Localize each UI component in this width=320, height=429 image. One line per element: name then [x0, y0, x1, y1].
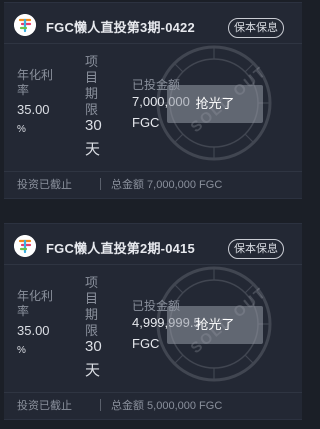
term-label: 项目期限: [85, 275, 99, 338]
term-unit: 天: [85, 362, 101, 379]
rate-value: 35.00: [17, 102, 50, 117]
invested-unit: FGC: [132, 115, 160, 130]
fgc-logo-icon: [14, 235, 36, 257]
total-amount: 总金额 5,000,000 FGC: [111, 400, 223, 412]
card-gap: [0, 207, 306, 219]
rate-value: 35.00: [17, 323, 50, 338]
invested-unit: FGC: [132, 336, 160, 351]
footer-separator: [100, 399, 101, 411]
rate-unit: %: [17, 345, 26, 356]
product-card[interactable]: FGC懒人直投第3期-0422 保本保息 SOLD OUT 年化利率 35.00…: [4, 2, 302, 199]
rate-unit: %: [17, 124, 26, 135]
term-label: 项目期限: [85, 54, 99, 117]
total-amount: 总金额 7,000,000 FGC: [111, 179, 223, 191]
guarantee-badge: 保本保息: [228, 239, 284, 259]
sold-out-button[interactable]: 抢光了: [167, 85, 263, 123]
term-value: 30: [85, 117, 102, 134]
product-header: FGC懒人直投第2期-0415 保本保息: [14, 231, 294, 259]
fgc-logo-icon: [14, 14, 36, 36]
product-footer: 投资已截止 总金额 5,000,000 FGC: [4, 391, 302, 419]
term-value: 30: [85, 338, 102, 355]
rate-label: 年化利率: [17, 68, 54, 97]
product-footer: 投资已截止 总金额 7,000,000 FGC: [4, 170, 302, 198]
product-card[interactable]: FGC懒人直投第2期-0415 保本保息 SOLD OUT 年化利率 35.00…: [4, 223, 302, 420]
footer-separator: [100, 178, 101, 190]
product-header: FGC懒人直投第3期-0422 保本保息: [14, 10, 294, 38]
sold-out-button[interactable]: 抢光了: [167, 306, 263, 344]
guarantee-badge: 保本保息: [228, 18, 284, 38]
product-title[interactable]: FGC懒人直投第2期-0415: [46, 238, 195, 257]
status-text: 投资已截止: [17, 400, 72, 412]
term-unit: 天: [85, 141, 101, 158]
rate-label: 年化利率: [17, 289, 54, 318]
status-text: 投资已截止: [17, 179, 72, 191]
product-title[interactable]: FGC懒人直投第3期-0422: [46, 17, 195, 36]
